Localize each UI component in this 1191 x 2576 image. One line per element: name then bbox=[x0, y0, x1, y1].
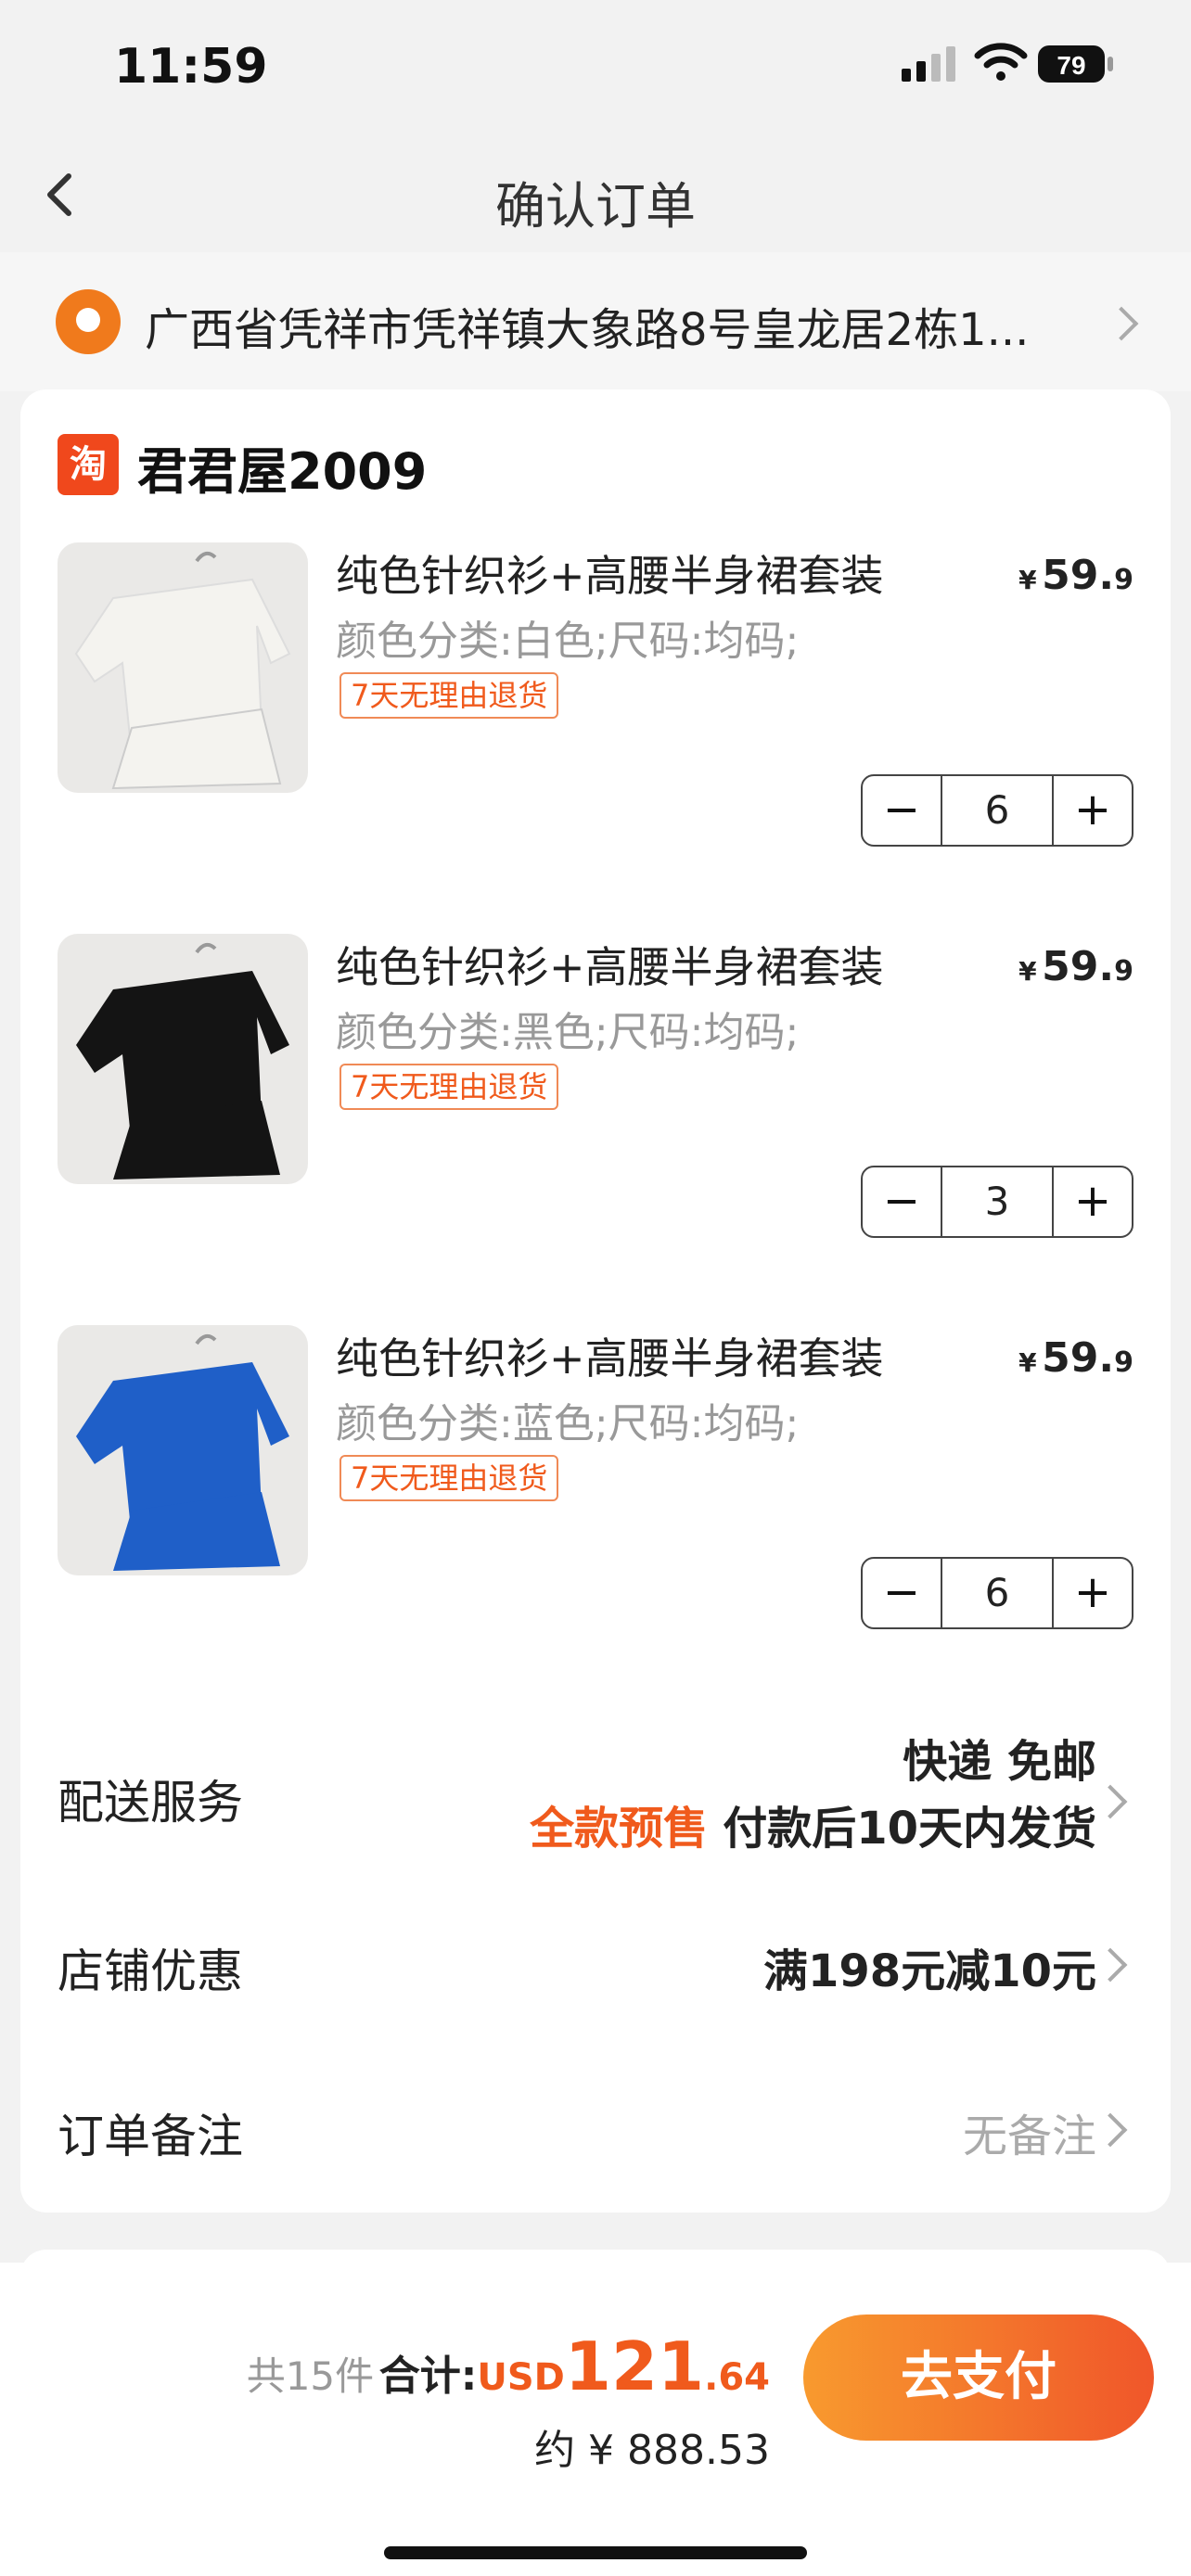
increase-quantity-button[interactable]: + bbox=[1052, 1167, 1132, 1236]
quantity-stepper: − 3 + bbox=[861, 1166, 1133, 1238]
order-card: 淘 君君屋2009 纯色针织衫+高腰半身裙套装 颜色分类:白色;尺码:均码; 7… bbox=[20, 389, 1171, 2213]
quantity-stepper: − 6 + bbox=[861, 774, 1133, 847]
delivery-method: 快递 免邮 bbox=[903, 1736, 1096, 1788]
shop-discount-value: 满198元减10元 bbox=[763, 1945, 1096, 1997]
order-item: 纯色针织衫+高腰半身裙套装 颜色分类:白色;尺码:均码; 7天无理由退货 ¥ 5… bbox=[20, 542, 1171, 895]
quantity-value[interactable]: 6 bbox=[942, 776, 1052, 845]
decrease-quantity-button[interactable]: − bbox=[863, 1167, 942, 1236]
item-price: ¥ 59.9 bbox=[1018, 552, 1133, 599]
page-title: 确认订单 bbox=[495, 177, 696, 236]
product-image[interactable] bbox=[58, 934, 308, 1184]
product-image[interactable] bbox=[58, 1325, 308, 1575]
decrease-quantity-button[interactable]: − bbox=[863, 1559, 942, 1627]
nav-bar: 确认订单 bbox=[0, 139, 1191, 250]
quantity-stepper: − 6 + bbox=[861, 1557, 1133, 1629]
cellular-signal-icon bbox=[902, 46, 955, 82]
order-note-row[interactable]: 订单备注 无备注 bbox=[20, 2099, 1171, 2174]
item-title: 纯色针织衫+高腰半身裙套装 bbox=[336, 942, 884, 992]
approx-cny-total: 约 ¥ 888.53 bbox=[534, 2427, 770, 2474]
delivery-service-row[interactable]: 配送服务 快递 免邮 全款预售 付款后10天内发货 bbox=[20, 1725, 1171, 1864]
increase-quantity-button[interactable]: + bbox=[1052, 1559, 1132, 1627]
garment-illustration bbox=[74, 551, 291, 790]
battery-level: 79 bbox=[1057, 51, 1085, 80]
return-policy-badge: 7天无理由退货 bbox=[339, 672, 559, 719]
order-total: 共15件 合计:USD121.64 bbox=[246, 2327, 770, 2405]
delivery-label: 配送服务 bbox=[58, 1776, 243, 1830]
wifi-icon bbox=[974, 43, 1028, 81]
address-row[interactable]: 广西省凭祥市凭祥镇大象路8号皇龙居2栋1... bbox=[0, 252, 1191, 391]
status-bar: 11:59 79 bbox=[0, 0, 1191, 139]
taobao-logo-icon: 淘 bbox=[58, 434, 119, 495]
chevron-right-icon bbox=[1093, 1784, 1128, 1819]
order-note-label: 订单备注 bbox=[58, 2110, 243, 2163]
shop-name[interactable]: 君君屋2009 bbox=[137, 430, 427, 504]
item-count: 共15件 bbox=[246, 2353, 375, 2399]
total-label: 合计: bbox=[378, 2353, 478, 2400]
shop-discount-row[interactable]: 店铺优惠 满198元减10元 bbox=[20, 1934, 1171, 2009]
decrease-quantity-button[interactable]: − bbox=[863, 776, 942, 845]
item-price: ¥ 59.9 bbox=[1018, 943, 1133, 990]
item-title: 纯色针织衫+高腰半身裙套装 bbox=[336, 1333, 884, 1384]
status-time: 11:59 bbox=[114, 39, 268, 95]
chevron-right-icon bbox=[1093, 1947, 1128, 1983]
product-image[interactable] bbox=[58, 542, 308, 793]
return-policy-badge: 7天无理由退货 bbox=[339, 1064, 559, 1110]
garment-illustration bbox=[76, 1333, 289, 1571]
shop-discount-label: 店铺优惠 bbox=[58, 1945, 243, 1998]
address-text: 广西省凭祥市凭祥镇大象路8号皇龙居2栋1... bbox=[145, 304, 1030, 356]
quantity-value[interactable]: 6 bbox=[942, 1559, 1052, 1627]
delivery-schedule: 全款预售 付款后10天内发货 bbox=[530, 1803, 1096, 1855]
item-spec: 颜色分类:黑色;尺码:均码; bbox=[336, 1009, 800, 1056]
order-item: 纯色针织衫+高腰半身裙套装 颜色分类:蓝色;尺码:均码; 7天无理由退货 ¥ 5… bbox=[20, 1325, 1171, 1677]
pay-button[interactable]: 去支付 bbox=[803, 2315, 1154, 2441]
item-spec: 颜色分类:白色;尺码:均码; bbox=[336, 618, 800, 665]
chevron-right-icon bbox=[1104, 306, 1139, 341]
increase-quantity-button[interactable]: + bbox=[1052, 776, 1132, 845]
location-pin-icon bbox=[56, 289, 121, 354]
quantity-value[interactable]: 3 bbox=[942, 1167, 1052, 1236]
return-policy-badge: 7天无理由退货 bbox=[339, 1455, 559, 1501]
item-title: 纯色针织衫+高腰半身裙套装 bbox=[336, 551, 884, 601]
home-indicator bbox=[384, 2546, 807, 2559]
order-note-value: 无备注 bbox=[962, 2111, 1096, 2162]
checkout-bar: 共15件 合计:USD121.64 约 ¥ 888.53 去支付 bbox=[0, 2263, 1191, 2576]
garment-illustration bbox=[76, 942, 289, 1180]
order-item: 纯色针织衫+高腰半身裙套装 颜色分类:黑色;尺码:均码; 7天无理由退货 ¥ 5… bbox=[20, 934, 1171, 1286]
battery-icon: 79 bbox=[1038, 45, 1113, 83]
item-spec: 颜色分类:蓝色;尺码:均码; bbox=[336, 1400, 800, 1447]
chevron-right-icon bbox=[1093, 2112, 1128, 2148]
item-price: ¥ 59.9 bbox=[1018, 1334, 1133, 1382]
